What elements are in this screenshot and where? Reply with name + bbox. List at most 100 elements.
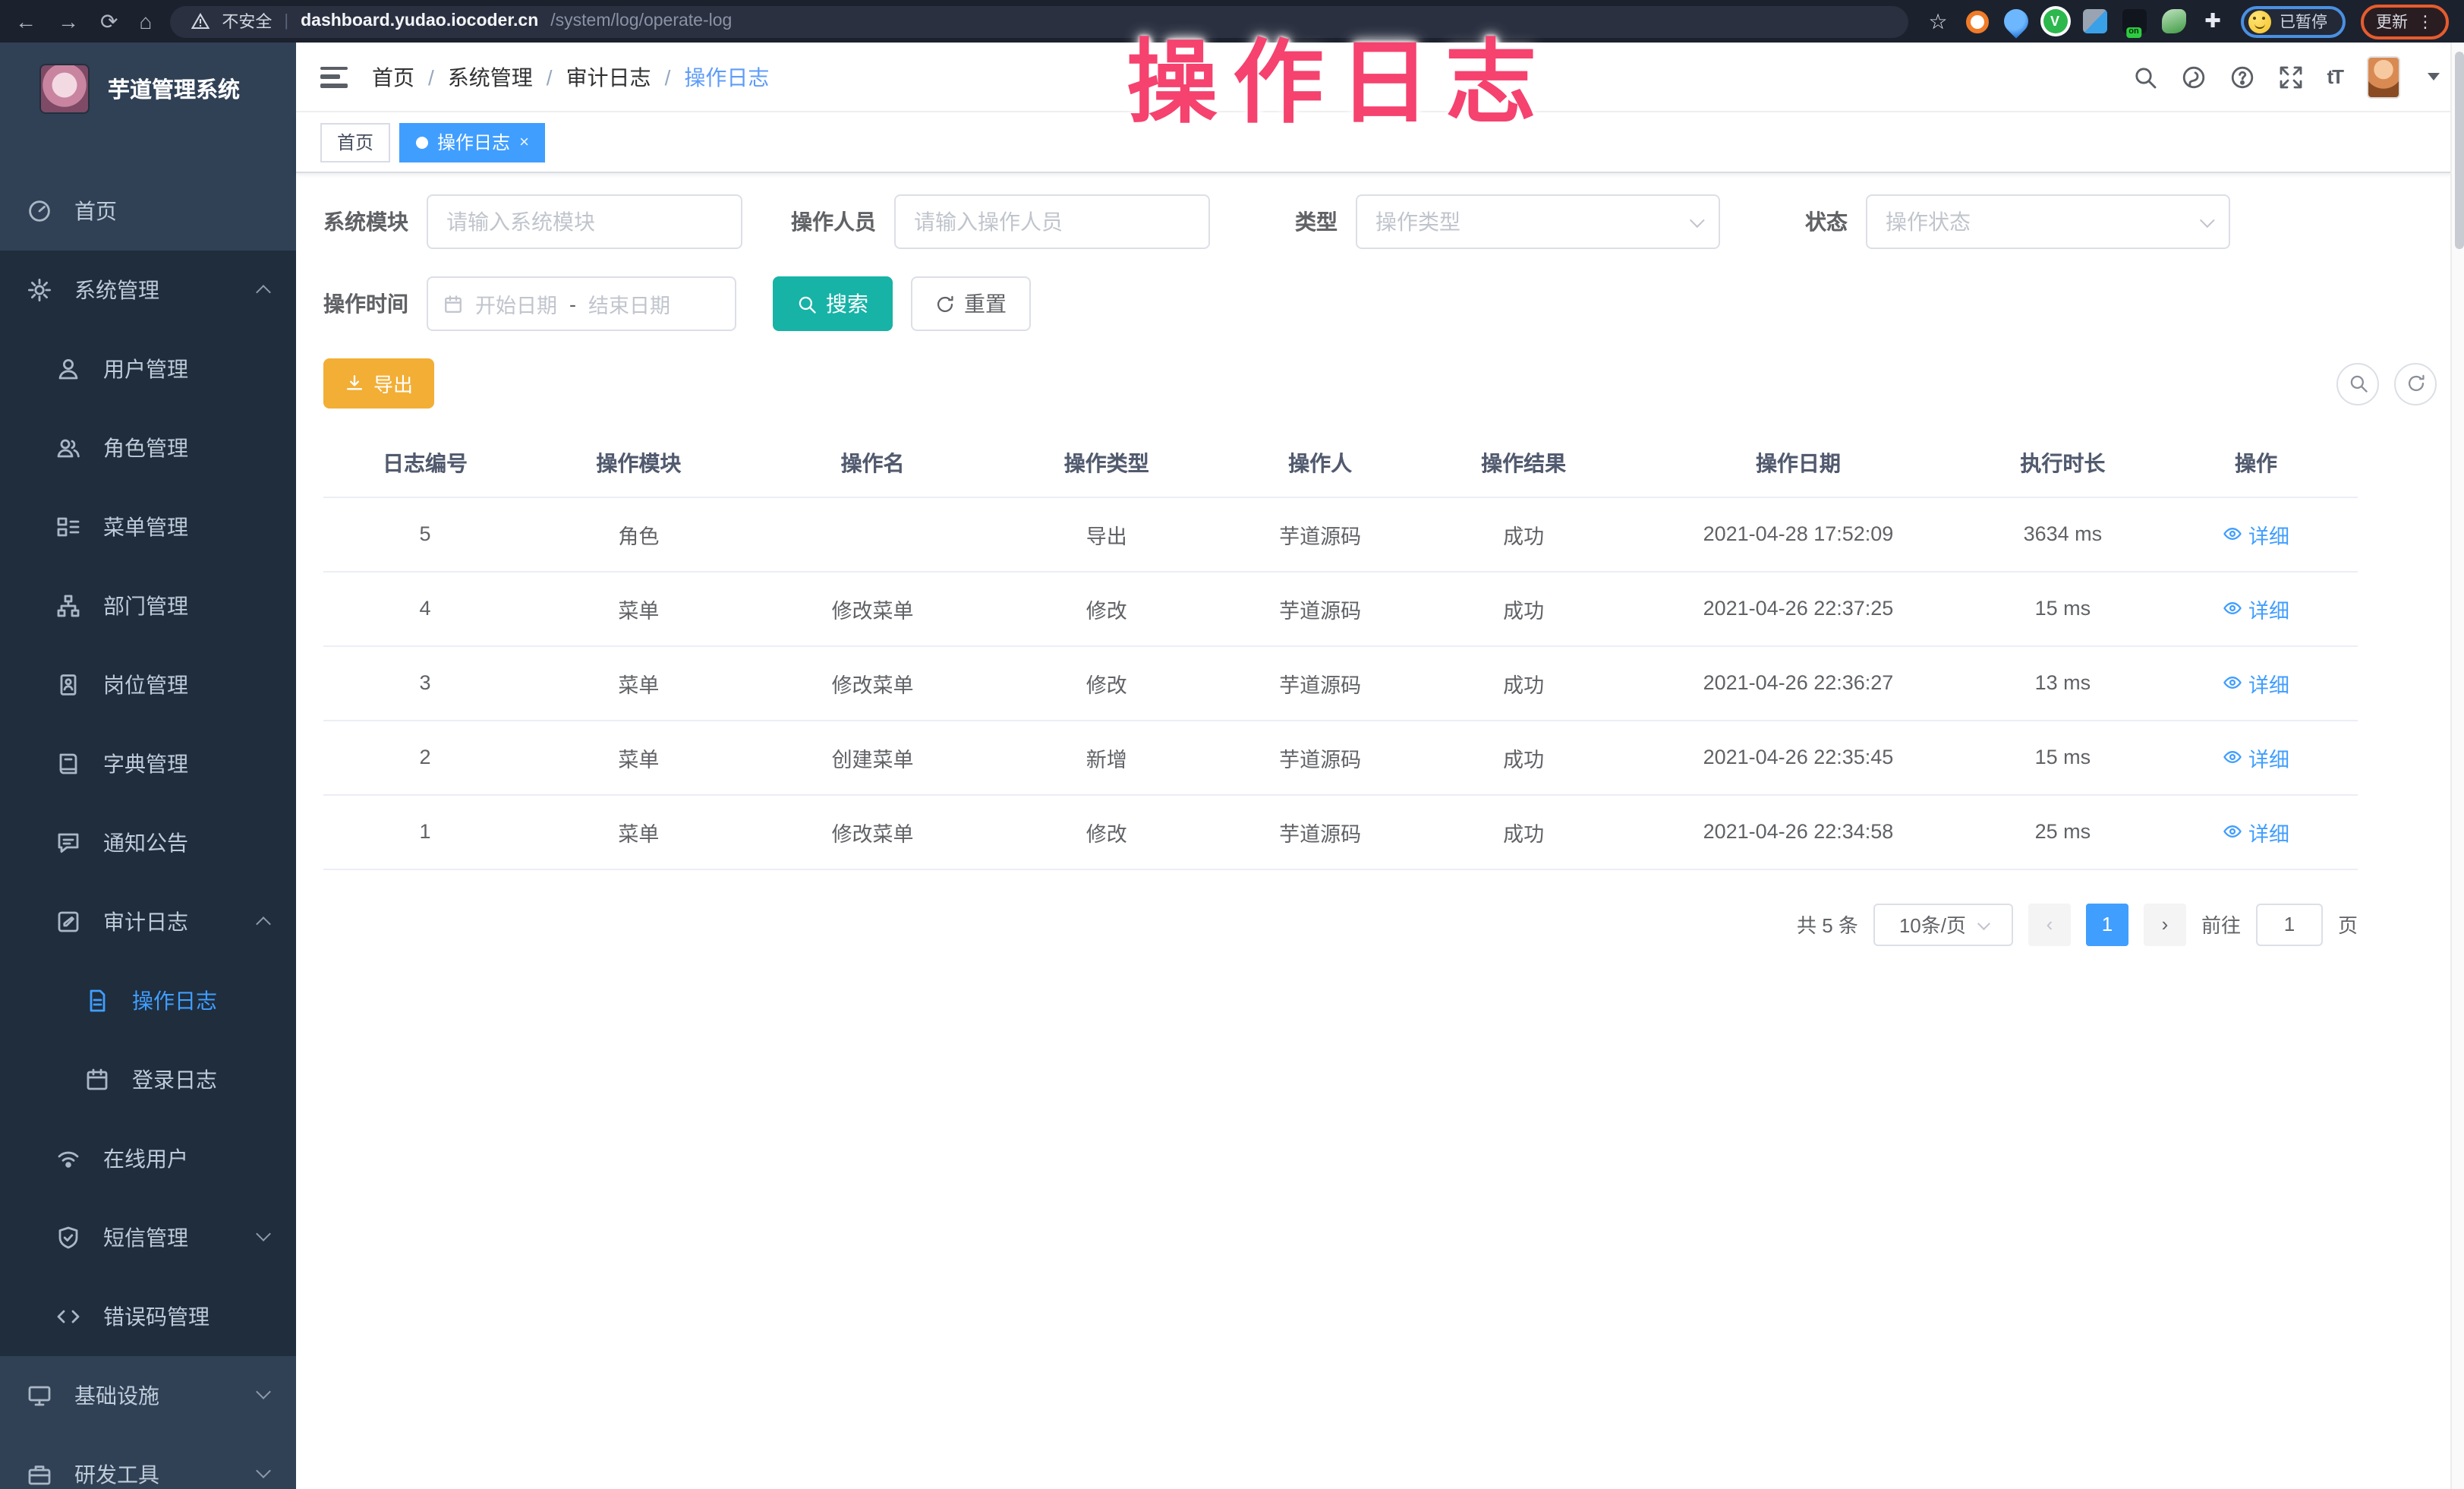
reload-icon[interactable]: ⟳ — [100, 8, 118, 34]
search-icon — [797, 294, 817, 314]
sidebar-item-label: 基础设施 — [74, 1380, 159, 1411]
bookmark-star-icon[interactable]: ☆ — [1926, 9, 1950, 33]
sidebar-item-operate-log[interactable]: 操作日志 — [0, 961, 296, 1040]
breadcrumb-system[interactable]: 系统管理 — [448, 62, 533, 92]
type-select[interactable]: 操作类型 — [1356, 194, 1720, 249]
extension-gem-icon[interactable] — [2082, 9, 2106, 33]
profile-avatar-emoji — [2248, 10, 2270, 33]
next-page-button[interactable]: › — [2144, 903, 2186, 945]
extension-on-badge: on — [2125, 27, 2141, 38]
prev-page-button[interactable]: ‹ — [2028, 903, 2071, 945]
cell-module: 菜单 — [527, 794, 751, 869]
document-icon — [83, 989, 111, 1013]
date-range-input[interactable]: 开始日期 - 结束日期 — [427, 276, 736, 331]
url-host: dashboard.yudao.iocoder.cn — [301, 12, 538, 30]
operator-input[interactable] — [894, 194, 1210, 249]
sidebar-item-notices[interactable]: 通知公告 — [0, 803, 296, 882]
detail-link[interactable]: 详细 — [2223, 742, 2289, 772]
security-label[interactable]: 不安全 — [222, 9, 272, 33]
sidebar-item-error-codes[interactable]: 错误码管理 — [0, 1277, 296, 1356]
cell-module: 菜单 — [527, 645, 751, 720]
reset-button[interactable]: 重置 — [911, 276, 1031, 331]
address-bar[interactable]: 不安全 | dashboard.yudao.iocoder.cn /system… — [170, 5, 1908, 37]
tree-list-icon — [55, 515, 82, 539]
sidebar-item-label: 部门管理 — [103, 591, 188, 621]
sidebar-item-depts[interactable]: 部门管理 — [0, 566, 296, 645]
extension-green-icon[interactable]: V — [2043, 9, 2067, 33]
home-icon[interactable]: ⌂ — [139, 9, 152, 33]
status-select[interactable]: 操作状态 — [1866, 194, 2230, 249]
module-input[interactable] — [427, 194, 742, 249]
detail-link[interactable]: 详细 — [2223, 667, 2289, 698]
sidebar-item-dicts[interactable]: 字典管理 — [0, 724, 296, 803]
back-icon[interactable]: ← — [15, 9, 36, 33]
help-icon[interactable] — [2229, 65, 2254, 89]
search-icon — [2348, 374, 2368, 393]
scrollbar-thumb[interactable] — [2454, 52, 2463, 249]
page-unit-label: 页 — [2338, 910, 2358, 939]
detail-link[interactable]: 详细 — [2223, 816, 2289, 847]
org-tree-icon — [55, 594, 82, 618]
sidebar-item-audit[interactable]: 审计日志 — [0, 882, 296, 961]
calendar-icon — [83, 1068, 111, 1092]
extensions-puzzle-icon[interactable]: ✚ — [2201, 9, 2225, 33]
tab-close-icon[interactable]: × — [519, 133, 529, 151]
goto-label: 前往 — [2201, 910, 2241, 939]
search-button[interactable]: 搜索 — [773, 276, 893, 331]
sidebar-item-label: 用户管理 — [103, 354, 188, 384]
goto-page-input[interactable] — [2256, 903, 2323, 945]
extension-pin-icon[interactable] — [1998, 4, 2032, 38]
avatar-caret-icon[interactable] — [2428, 73, 2440, 80]
hamburger-icon[interactable] — [320, 66, 348, 87]
detail-link[interactable]: 详细 — [2223, 593, 2289, 623]
sidebar-item-menus[interactable]: 菜单管理 — [0, 487, 296, 566]
sidebar-item-roles[interactable]: 角色管理 — [0, 409, 296, 487]
cell-type: 修改 — [994, 571, 1218, 645]
sidebar-item-label: 通知公告 — [103, 828, 188, 858]
sidebar-item-infra[interactable]: 基础设施 — [0, 1356, 296, 1435]
breadcrumb-audit[interactable]: 审计日志 — [566, 62, 651, 92]
type-label: 类型 — [1295, 207, 1338, 237]
breadcrumb: 首页 / 系统管理 / 审计日志 / 操作日志 — [372, 62, 769, 92]
shield-icon — [55, 1226, 82, 1250]
cell-date: 2021-04-28 17:52:09 — [1625, 497, 1971, 571]
cell-date: 2021-04-26 22:34:58 — [1625, 794, 1971, 869]
cell-log-id: 5 — [323, 497, 527, 571]
sidebar-item-system[interactable]: 系统管理 — [0, 251, 296, 330]
app-logo-row[interactable]: 芋道管理系统 — [0, 43, 296, 134]
extension-proxy-icon[interactable]: on — [2122, 9, 2146, 33]
extension-leaf-icon[interactable] — [2161, 9, 2185, 33]
user-avatar[interactable] — [2367, 55, 2400, 98]
font-size-icon[interactable]: tT — [2327, 65, 2343, 88]
profile-chip[interactable]: 已暂停 — [2240, 5, 2346, 37]
forward-icon[interactable]: → — [58, 9, 79, 33]
breadcrumb-home[interactable]: 首页 — [372, 62, 414, 92]
detail-link[interactable]: 详细 — [2223, 519, 2289, 549]
sidebar-item-login-log[interactable]: 登录日志 — [0, 1040, 296, 1119]
export-button[interactable]: 导出 — [323, 358, 434, 409]
sidebar-item-posts[interactable]: 岗位管理 — [0, 645, 296, 724]
header-search-icon[interactable] — [2132, 65, 2157, 89]
browser-update-button[interactable]: 更新 ⋮ — [2361, 4, 2449, 39]
cell-module: 菜单 — [527, 720, 751, 794]
sidebar-item-online-users[interactable]: 在线用户 — [0, 1119, 296, 1198]
users-group-icon — [55, 436, 82, 460]
sidebar-item-devtools[interactable]: 研发工具 — [0, 1435, 296, 1489]
cell-module: 菜单 — [527, 571, 751, 645]
page-size-select[interactable]: 10条/页 — [1873, 903, 2013, 945]
github-icon[interactable] — [2181, 65, 2205, 89]
sidebar-item-users[interactable]: 用户管理 — [0, 330, 296, 409]
sidebar-item-home[interactable]: 首页 — [0, 172, 296, 251]
refresh-table-button[interactable] — [2394, 362, 2437, 405]
select-caret-icon — [2200, 212, 2215, 227]
scrollbar-track[interactable] — [2450, 43, 2464, 1489]
tab-home[interactable]: 首页 — [320, 122, 390, 162]
top-navbar: 首页 / 系统管理 / 审计日志 / 操作日志 — [296, 43, 2464, 112]
extension-orange-icon[interactable] — [1965, 10, 1988, 33]
current-page-button[interactable]: 1 — [2086, 903, 2128, 945]
fullscreen-icon[interactable] — [2278, 65, 2302, 89]
sidebar-item-sms[interactable]: 短信管理 — [0, 1198, 296, 1277]
browser-menu-icon[interactable]: ⋮ — [2417, 11, 2434, 31]
tab-operate-log[interactable]: 操作日志 × — [399, 122, 546, 162]
show-search-button[interactable] — [2336, 362, 2379, 405]
